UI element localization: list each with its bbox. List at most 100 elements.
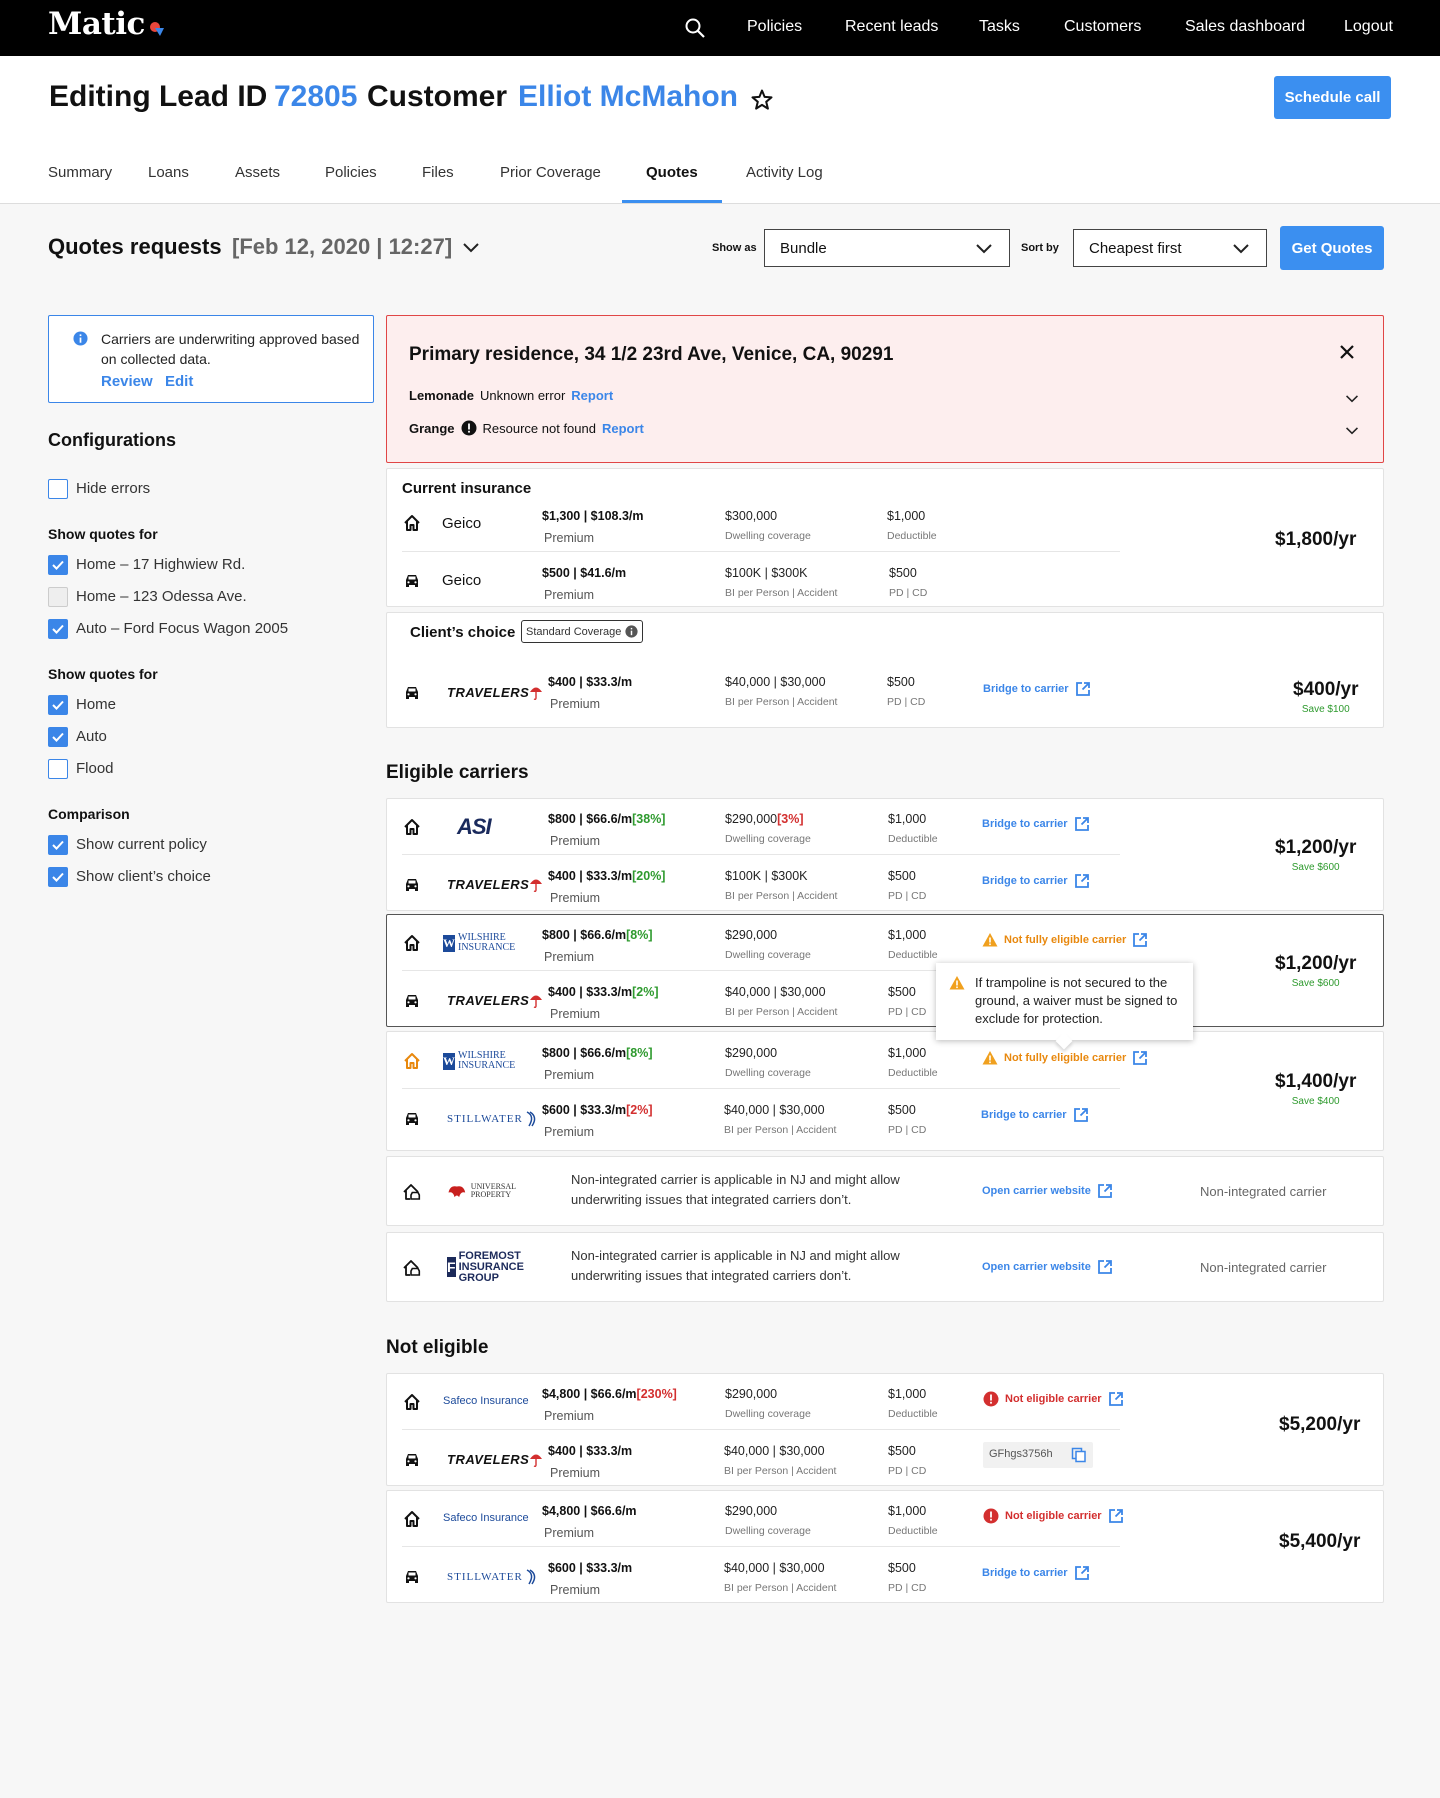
asset-checkbox-home-odessa[interactable] [48,587,68,607]
bundle-total: $400/yr Save $100 [1293,679,1359,715]
non-integrated-carrier-card: UNIVERSAL PROPERTY Non-integrated carrie… [386,1156,1384,1226]
type-checkbox-auto[interactable] [48,727,68,747]
comparison-heading: Comparison [48,806,130,822]
chevron-down-icon[interactable] [462,242,480,254]
tab-assets[interactable]: Assets [235,164,280,181]
not-eligible-link[interactable]: Not eligible carrier [983,1391,1124,1407]
umbrella-icon [529,993,543,1009]
safeco-logo: Safeco Insurance [443,1395,529,1407]
logo-mark-icon [150,22,164,36]
sort-by-value: Cheapest first [1089,240,1182,257]
nav-policies[interactable]: Policies [747,18,802,36]
sort-by-select[interactable]: Cheapest first [1073,229,1267,267]
bridge-to-carrier-link[interactable]: Bridge to carrier [982,816,1090,832]
quote-bundle-card[interactable]: W WILSHIRE INSURANCE $800 | $66.6/m[8%] Pr… [386,1031,1384,1151]
external-link-icon [1074,816,1090,832]
carrier-name: Geico [442,515,482,532]
quote-bundle-card[interactable]: Safeco Insurance $4,800 | $66.6/m[230%] P… [386,1373,1384,1486]
hide-errors-label: Hide errors [76,480,151,497]
deductible: $1,000 Deductible [888,1387,938,1420]
coverage: $290,000 Dwelling coverage [725,1504,811,1537]
report-link[interactable]: Report [602,421,644,436]
premium: $400 | $33.3/m Premium [548,675,633,711]
show-clients-choice-checkbox[interactable] [48,867,68,887]
chevron-down-icon[interactable] [1345,394,1359,404]
type-checkbox-home[interactable] [48,695,68,715]
open-carrier-website-link[interactable]: Open carrier website [982,1259,1113,1275]
wilshire-logo: W WILSHIRE INSURANCE [443,932,516,953]
close-icon[interactable] [1339,344,1355,360]
nav-customers[interactable]: Customers [1064,18,1141,36]
nav-tasks[interactable]: Tasks [979,18,1020,36]
type-label: Flood [76,760,114,777]
external-link-icon [1108,1508,1124,1524]
coverage: $40,000 | $30,000 BI per Person | Acciden… [724,1444,837,1477]
coverage: $290,000 Dwelling coverage [725,1046,811,1079]
star-icon[interactable] [750,88,774,112]
car-icon [402,1108,422,1128]
customer-name-link[interactable]: Elliot McMahon [518,80,738,114]
car-icon [402,874,422,894]
quote-bundle-card[interactable]: Safeco Insurance $4,800 | $66.6/m Premium… [386,1490,1384,1603]
show-as-select[interactable]: Bundle [764,229,1010,267]
clients-choice-card: Client’s choice Standard Coverage TRAVEL… [386,612,1384,728]
not-eligible-link[interactable]: Not eligible carrier [983,1508,1124,1524]
not-fully-eligible-link[interactable]: Not fully eligible carrier [982,932,1148,948]
hide-errors-checkbox[interactable] [48,479,68,499]
schedule-call-button[interactable]: Schedule call [1274,76,1391,119]
type-checkbox-flood[interactable] [48,759,68,779]
deductible: $500 PD | CD [889,566,928,599]
travelers-logo: TRAVELERS [447,871,537,899]
edit-link[interactable]: Edit [165,373,193,390]
premium: $4,800 | $66.6/m[230%] Premium [542,1387,677,1423]
quote-bundle-card[interactable]: ASI $800 | $66.6/m[38%] Premium $290,000[… [386,798,1384,911]
tab-policies[interactable]: Policies [325,164,377,181]
info-icon[interactable] [625,625,638,638]
error-panel-title: Primary residence, 34 1/2 23rd Ave, Veni… [409,344,894,365]
wave-icon [526,1111,536,1127]
row-divider [402,551,1120,552]
not-fully-eligible-link[interactable]: Not fully eligible carrier [982,1050,1148,1066]
show-current-policy-checkbox[interactable] [48,835,68,855]
report-link[interactable]: Report [571,388,613,403]
car-icon [402,1449,422,1469]
nav-logout[interactable]: Logout [1344,18,1393,36]
tab-summary[interactable]: Summary [48,164,112,181]
open-carrier-website-link[interactable]: Open carrier website [982,1183,1113,1199]
nav-sales-dashboard[interactable]: Sales dashboard [1185,18,1305,36]
nav-recent-leads[interactable]: Recent leads [845,18,938,36]
get-quotes-button[interactable]: Get Quotes [1280,226,1384,270]
copy-icon[interactable] [1071,1447,1087,1463]
chevron-down-icon[interactable] [1345,426,1359,436]
bridge-to-carrier-link[interactable]: Bridge to carrier [982,873,1090,889]
matic-logo[interactable]: Matic [48,6,145,42]
tab-loans[interactable]: Loans [148,164,189,181]
top-navbar: Matic Policies Recent leads Tasks Custom… [0,0,1440,56]
tab-files[interactable]: Files [422,164,454,181]
tab-quotes[interactable]: Quotes [646,164,698,181]
asset-checkbox-auto-ford[interactable] [48,619,68,639]
coverage: $100K | $300K BI per Person | Accident [725,869,838,902]
quotes-request-date[interactable]: [Feb 12, 2020 | 12:27] [232,234,452,260]
asset-label: Home – 123 Odessa Ave. [76,588,247,605]
bridge-to-carrier-link[interactable]: Bridge to carrier [982,1565,1090,1581]
home-icon [402,1392,422,1412]
sort-by-label: Sort by [1021,242,1059,254]
quote-code-field[interactable]: GFhgs3756h [983,1442,1093,1468]
bridge-to-carrier-link[interactable]: Bridge to carrier [981,1107,1089,1123]
home-auto-icon [402,1258,422,1278]
search-icon[interactable] [684,17,706,39]
external-link-icon [1073,1107,1089,1123]
car-icon [402,570,422,590]
quote-code: GFhgs3756h [989,1448,1053,1460]
travelers-logo: TRAVELERS [447,1446,537,1474]
review-link[interactable]: Review [101,373,153,390]
premium: $400 | $33.3/m Premium [548,1444,633,1480]
quote-bundle-card-selected[interactable]: W WILSHIRE INSURANCE $800 | $66.6/m[8%] Pr… [386,914,1384,1027]
tab-prior-coverage[interactable]: Prior Coverage [500,164,601,181]
tab-activity-log[interactable]: Activity Log [746,164,823,181]
row-divider [402,854,1120,855]
asset-checkbox-home-highwiew[interactable] [48,555,68,575]
bridge-to-carrier-link[interactable]: Bridge to carrier [983,681,1091,697]
lead-id-link[interactable]: 72805 [274,80,357,114]
